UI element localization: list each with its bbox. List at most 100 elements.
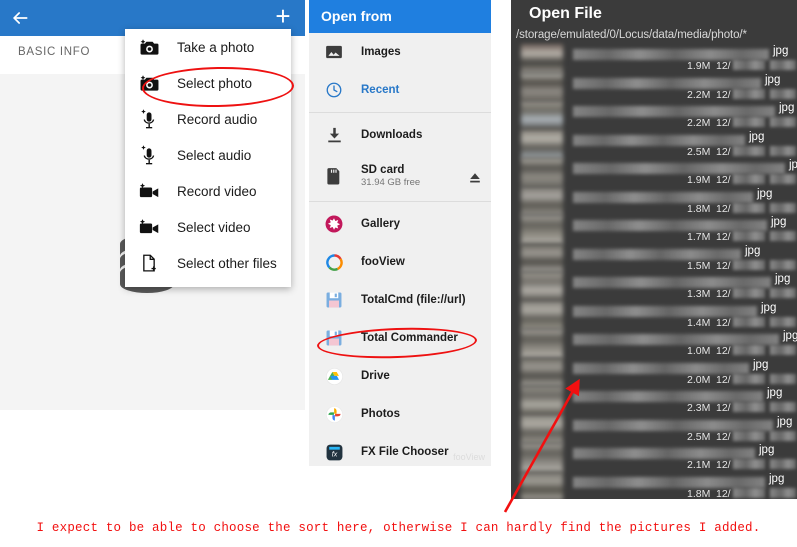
file-thumbnail — [521, 101, 563, 130]
file-date-redacted — [733, 231, 765, 241]
file-date-prefix: 12/ — [716, 117, 731, 129]
source-item-total-commander[interactable]: Total Commander — [309, 319, 491, 361]
file-row[interactable]: jpg 1.9M 12/ — [511, 44, 797, 73]
menu-item-take-a-photo[interactable]: Take a photo — [125, 29, 291, 65]
file-thumbnail — [521, 158, 563, 187]
file-date-prefix: 12/ — [716, 430, 731, 443]
file-date-redacted — [770, 373, 796, 384]
source-item-label: FX File Chooser — [361, 446, 449, 458]
file-extension: jpg — [789, 159, 797, 171]
source-item-label: Total Commander — [361, 332, 458, 344]
source-item-label: SD card — [361, 164, 405, 176]
eject-icon[interactable] — [469, 171, 481, 189]
file-extension: jpg — [767, 387, 783, 399]
file-row[interactable]: jpg 2.2M 12/ — [511, 101, 797, 130]
file-name-redacted — [573, 77, 761, 89]
source-item-sd-card[interactable]: SD card 31.94 GB free — [309, 154, 491, 198]
camera-add-icon — [137, 35, 161, 59]
file-size: 1.5M — [687, 259, 711, 272]
file-thumbnail — [521, 72, 563, 101]
menu-item-record-audio[interactable]: Record audio — [125, 101, 291, 137]
file-add-icon — [137, 251, 161, 275]
file-thumbnail — [521, 386, 563, 415]
file-date-prefix: 12/ — [716, 60, 731, 72]
source-item-fooview[interactable]: fooView — [309, 243, 491, 281]
file-row[interactable]: jpg 1.8M 12/ — [511, 471, 797, 499]
attach-menu: Take a photo Select photo Record audio S… — [125, 29, 291, 287]
file-row[interactable]: jpg 2.5M 12/ — [511, 414, 797, 443]
file-extension: jpg — [771, 216, 787, 228]
file-name-redacted — [573, 163, 785, 174]
source-item-images[interactable]: Images — [309, 33, 491, 71]
microphone-select-icon — [137, 143, 161, 167]
menu-item-record-video[interactable]: Record video — [125, 173, 291, 209]
plus-icon[interactable]: + — [271, 3, 295, 29]
file-row[interactable]: jpg 1.4M 12/ — [511, 300, 797, 329]
annotation-caption: I expect to be able to choose the sort h… — [36, 521, 761, 535]
file-size: 1.9M — [687, 174, 711, 186]
file-row[interactable]: jpg 2.1M 12/ — [511, 443, 797, 472]
source-item-downloads[interactable]: Downloads — [309, 116, 491, 154]
source-item-recent[interactable]: Recent — [309, 71, 491, 109]
menu-item-select-photo[interactable]: Select photo — [125, 65, 291, 101]
file-date-redacted — [770, 487, 796, 498]
file-date-redacted — [733, 117, 765, 127]
tab-basic-info[interactable]: BASIC INFO — [18, 46, 90, 58]
file-row[interactable]: jpg 2.0M 12/ — [511, 357, 797, 386]
source-item-totalcmd-url[interactable]: TotalCmd (file://url) — [309, 281, 491, 319]
file-date-redacted — [733, 259, 765, 270]
source-item-gallery[interactable]: Gallery — [309, 205, 491, 243]
file-name-redacted — [573, 419, 773, 431]
file-row[interactable]: jpg 2.2M 12/ — [511, 72, 797, 101]
list-divider — [309, 201, 491, 202]
file-thumbnail — [521, 44, 563, 73]
file-date-redacted — [733, 402, 765, 412]
open-from-list: Images Recent Downloads SD card 31.94 GB… — [309, 33, 491, 466]
file-row[interactable]: jpg 1.8M 12/ — [511, 186, 797, 215]
open-file-title: Open File — [529, 5, 602, 22]
file-row[interactable]: jpg 1.7M 12/ — [511, 215, 797, 244]
file-row[interactable]: jpg 1.3M 12/ — [511, 272, 797, 301]
menu-item-select-video[interactable]: Select video — [125, 209, 291, 245]
file-extension: jpg — [745, 244, 761, 257]
source-item-photos[interactable]: Photos — [309, 395, 491, 433]
file-row[interactable]: jpg 1.0M 12/ — [511, 329, 797, 358]
file-date-redacted — [733, 288, 765, 298]
file-size: 2.5M — [687, 145, 711, 158]
file-date-redacted — [733, 487, 765, 498]
file-name-redacted — [573, 305, 757, 317]
source-item-label: Downloads — [361, 129, 423, 141]
menu-item-select-other-files[interactable]: Select other files — [125, 245, 291, 281]
file-date-prefix: 12/ — [716, 202, 731, 215]
file-extension: jpg — [761, 301, 777, 314]
file-date-redacted — [770, 402, 796, 412]
file-extension: jpg — [759, 444, 775, 456]
file-date-prefix: 12/ — [716, 373, 731, 386]
open-from-header: Open from — [309, 0, 491, 33]
fx-file-icon: fx — [323, 441, 345, 463]
file-date-redacted — [733, 430, 765, 441]
file-extension: jpg — [777, 415, 793, 428]
file-thumbnail — [521, 272, 563, 301]
file-row[interactable]: jpg 1.5M 12/ — [511, 243, 797, 272]
download-icon — [323, 124, 345, 146]
file-name-redacted — [573, 476, 765, 488]
menu-item-select-audio[interactable]: Select audio — [125, 137, 291, 173]
file-size: 2.2M — [687, 88, 711, 101]
file-list[interactable]: jpg 1.9M 12/jpg 2.2M 12/jpg 2.2M 12/jpg 2.5M 12/… — [511, 44, 797, 499]
source-item-drive[interactable]: Drive — [309, 357, 491, 395]
file-extension: jpg — [775, 273, 791, 285]
file-row[interactable]: jpg 1.9M 12/ — [511, 158, 797, 187]
file-date-prefix: 12/ — [716, 459, 731, 471]
microphone-add-icon — [137, 107, 161, 131]
file-thumbnail — [521, 300, 563, 329]
file-date-redacted — [770, 288, 796, 298]
menu-item-label: Record video — [177, 183, 257, 199]
back-arrow-icon[interactable] — [10, 8, 30, 28]
file-date-prefix: 12/ — [716, 88, 731, 101]
file-row[interactable]: jpg 2.5M 12/ — [511, 129, 797, 158]
file-row[interactable]: jpg 2.3M 12/ — [511, 386, 797, 415]
gallery-icon — [323, 213, 345, 235]
file-extension: jpg — [749, 130, 765, 143]
file-size: 2.1M — [687, 459, 711, 471]
